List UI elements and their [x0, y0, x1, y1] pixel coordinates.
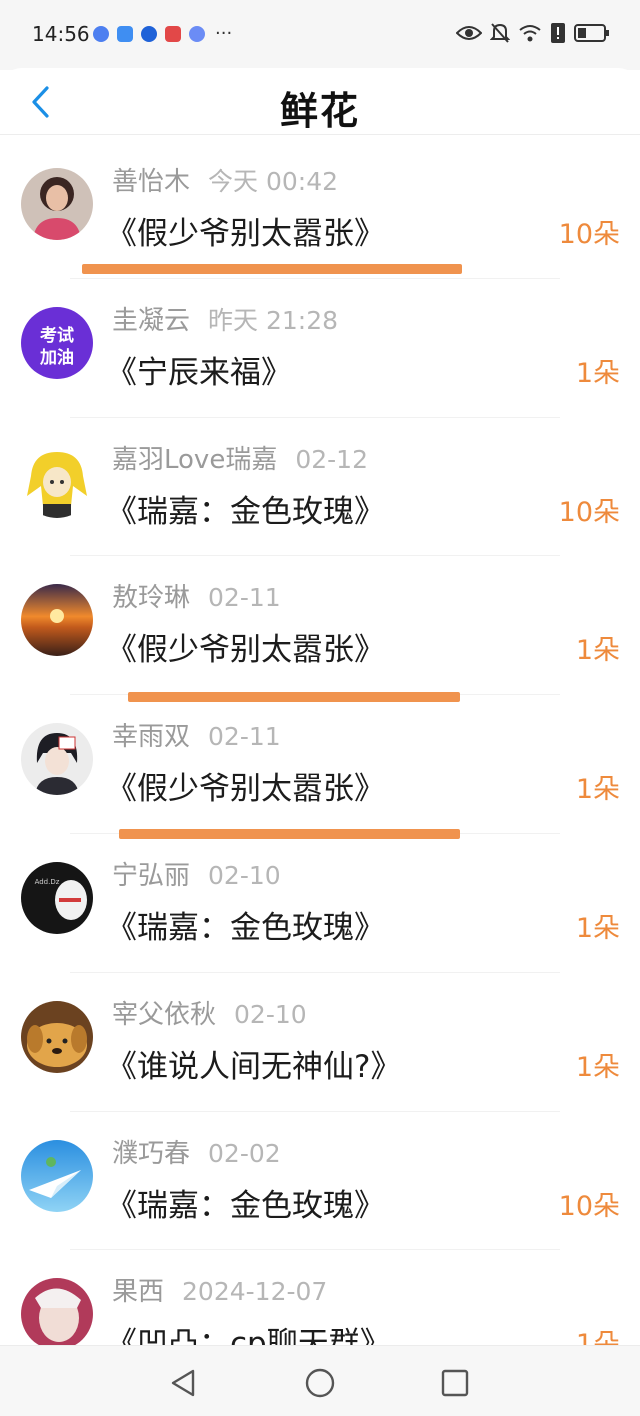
user-name: 宁弘丽 — [112, 860, 191, 891]
user-name: 敖玲琳 — [112, 583, 191, 614]
nav-home-button[interactable] — [300, 1366, 340, 1400]
avatar[interactable] — [21, 584, 93, 657]
avatar[interactable] — [21, 1278, 93, 1351]
notification-icons: ··· — [93, 23, 233, 44]
timestamp: 02-12 — [295, 444, 368, 474]
timestamp: 02-11 — [208, 722, 281, 752]
book-title[interactable]: 《假少爷别太嚣张》 — [106, 208, 385, 253]
app-icon-blue — [93, 26, 109, 42]
system-icons — [456, 22, 610, 44]
book-title[interactable]: 《瑞嘉：金色玫瑰》 — [106, 486, 385, 531]
user-name: 圭凝云 — [112, 305, 191, 336]
list-item[interactable]: 考试 加油 圭凝云 昨天 21:28 《宁辰来福》 1朵 — [0, 279, 640, 418]
flower-count: 1朵 — [575, 774, 620, 806]
more-notifications: ··· — [215, 23, 233, 44]
nav-recents-button[interactable] — [435, 1366, 475, 1400]
flower-count: 10朵 — [558, 1190, 620, 1222]
status-bar: 14:56 ··· — [0, 0, 640, 70]
book-title[interactable]: 《假少爷别太嚣张》 — [106, 624, 385, 669]
book-title[interactable]: 《谁说人间无神仙?》 — [106, 1041, 401, 1086]
list-item[interactable]: 嘉羽Love瑞嘉 02-12 《瑞嘉：金色玫瑰》 10朵 — [0, 418, 640, 557]
flower-count: 10朵 — [558, 219, 620, 250]
timestamp: 02-10 — [208, 860, 281, 890]
list-item[interactable]: 濮巧春 02-02 《瑞嘉：金色玫瑰》 10朵 — [0, 1112, 640, 1251]
list-item[interactable]: 幸雨双 02-11 《假少爷别太嚣张》 1朵 — [0, 695, 640, 840]
avatar[interactable] — [21, 168, 93, 240]
user-name: 善怡木 — [112, 167, 191, 197]
list-item[interactable]: Add.Dz 宁弘丽 02-10 《瑞嘉：金色玫瑰》 1朵 — [0, 834, 640, 973]
app-icon-red — [165, 26, 181, 42]
music-icon — [189, 26, 205, 42]
back-triangle-icon — [171, 1369, 195, 1397]
flower-count: 1朵 — [575, 635, 620, 667]
cloud-icon — [117, 26, 133, 42]
highlight-marker — [82, 264, 462, 274]
book-title[interactable]: 《宁辰来福》 — [106, 347, 292, 392]
avatar[interactable]: 考试 加油 — [21, 306, 93, 379]
page-title: 鲜花 — [279, 89, 360, 133]
battery-icon — [574, 24, 609, 42]
avatar[interactable] — [21, 1000, 93, 1073]
timestamp: 02-02 — [208, 1138, 281, 1168]
timestamp: 02-11 — [208, 583, 281, 613]
flower-count: 1朵 — [575, 357, 620, 389]
alert-icon — [551, 23, 565, 43]
nav-back-button[interactable] — [164, 1366, 204, 1400]
book-title[interactable]: 《假少爷别太嚣张》 — [106, 763, 385, 808]
flower-count: 1朵 — [575, 1051, 620, 1083]
avatar[interactable] — [21, 445, 93, 518]
list-item[interactable]: 宰父依秋 02-10 《谁说人间无神仙?》 1朵 — [0, 973, 640, 1112]
avatar-badge-text: Add.Dz — [35, 878, 60, 886]
timestamp: 今天 00:42 — [208, 167, 339, 196]
list-item[interactable]: 敖玲琳 02-11 《假少爷别太嚣张》 1朵 — [0, 556, 640, 703]
list-item[interactable]: 善怡木 今天 00:42 《假少爷别太嚣张》 10朵 — [0, 140, 640, 279]
recents-square-icon — [441, 1369, 469, 1397]
avatar-text: 考试 — [39, 325, 74, 346]
user-name: 果西 — [112, 1277, 165, 1308]
timestamp: 2024-12-07 — [182, 1277, 328, 1307]
flower-count: 1朵 — [575, 912, 620, 944]
avatar[interactable]: Add.Dz — [21, 861, 93, 934]
user-name: 嘉羽Love瑞嘉 — [112, 444, 278, 475]
user-name: 幸雨双 — [112, 722, 191, 753]
home-circle-icon — [305, 1368, 335, 1398]
timestamp: 02-10 — [234, 999, 307, 1029]
avatar[interactable] — [21, 723, 93, 796]
user-name: 濮巧春 — [112, 1138, 191, 1169]
wifi-icon — [519, 25, 541, 42]
app-icon-circle — [141, 26, 157, 42]
timestamp: 昨天 21:28 — [208, 305, 339, 335]
system-nav-bar — [0, 1345, 640, 1416]
header: 鲜花 — [0, 68, 640, 135]
bell-off-icon — [490, 23, 510, 43]
status-time: 14:56 — [32, 22, 90, 46]
book-title[interactable]: 《瑞嘉：金色玫瑰》 — [106, 1180, 385, 1225]
eye-icon — [456, 26, 482, 40]
book-title[interactable]: 《瑞嘉：金色玫瑰》 — [106, 902, 385, 947]
flower-list: 善怡木 今天 00:42 《假少爷别太嚣张》 10朵 考试 加油 圭凝云 昨天 … — [0, 140, 640, 1389]
user-name: 宰父依秋 — [112, 999, 217, 1030]
avatar-text: 加油 — [39, 347, 74, 368]
avatar[interactable] — [21, 1139, 93, 1212]
flower-count: 10朵 — [558, 496, 620, 528]
